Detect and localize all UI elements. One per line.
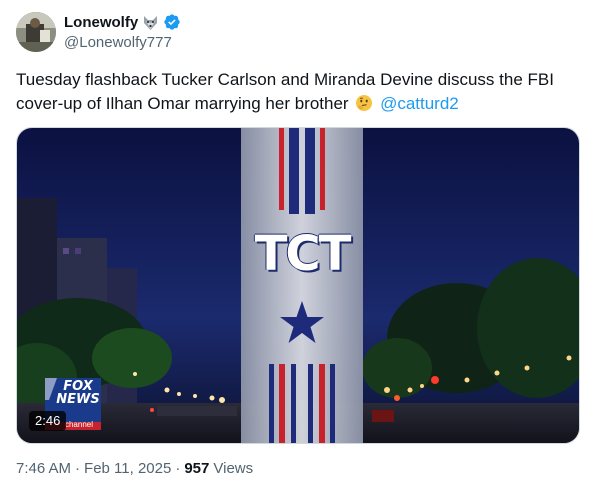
video-duration-badge: 2:46: [29, 411, 67, 431]
author-name-row[interactable]: Lonewolfy: [64, 12, 181, 32]
tweet-text: Tuesday flashback Tucker Carlson and Mir…: [16, 68, 596, 116]
thinking-face-icon: [355, 94, 373, 112]
views-label: Views: [213, 460, 254, 477]
views-count[interactable]: 957: [184, 460, 209, 477]
mention-link[interactable]: @catturd2: [380, 94, 459, 113]
handle[interactable]: @Lonewolfy777: [64, 34, 172, 51]
display-name[interactable]: Lonewolfy: [64, 14, 138, 31]
network-logo-text: FOX NEWS: [56, 379, 100, 407]
footer-separator: ·: [175, 460, 181, 477]
video-overlay-title: TCT: [254, 226, 352, 282]
network-logo: FOX NEWS: [53, 380, 103, 406]
avatar[interactable]: [16, 12, 56, 52]
tweet[interactable]: Lonewolfy @Lonewolfy777 Tuesday flashbac…: [0, 0, 611, 497]
video-player[interactable]: TCT FOX NEWS channel 2:46: [16, 127, 580, 444]
verified-badge-icon[interactable]: [163, 13, 181, 31]
footer-separator: ·: [75, 460, 81, 477]
wolf-icon: [142, 14, 159, 31]
tweet-date[interactable]: Feb 11, 2025: [84, 460, 171, 477]
tweet-footer: 7:46 AM · Feb 11, 2025 · 957 Views: [16, 460, 253, 477]
tweet-body: Tuesday flashback Tucker Carlson and Mir…: [16, 70, 554, 113]
tweet-time[interactable]: 7:46 AM: [16, 460, 71, 477]
